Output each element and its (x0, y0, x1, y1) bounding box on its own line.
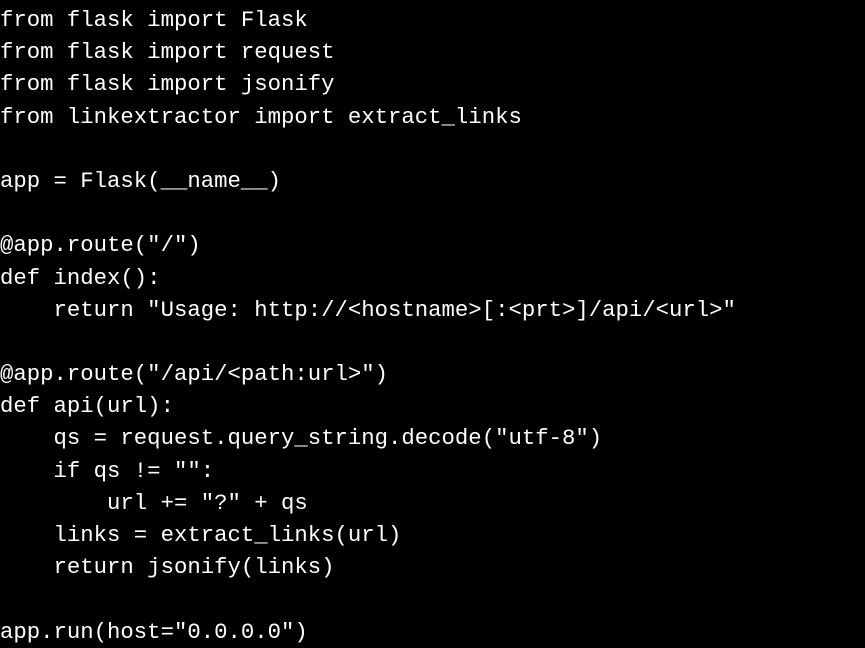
code-line-17: links = extract_links(url) (0, 522, 402, 548)
code-line-18: return jsonify(links) (0, 554, 335, 581)
code-line-14: qs = request.query_string.decode("utf-8"… (0, 425, 603, 452)
code-line-9: def index(): (0, 264, 161, 291)
code-line-10: return "Usage: http://<hostname>[:<prt>]… (0, 296, 736, 323)
code-line-8: @app.route("/") (0, 232, 201, 259)
code-line-4: from linkextractor import extract_links (0, 103, 522, 130)
code-line-1: from flask import Flask (0, 7, 308, 33)
code-editor[interactable]: from flask import Flask from flask impor… (0, 4, 865, 648)
code-line-13: def api(url): (0, 393, 174, 420)
code-line-16: url += "?" + qs (0, 489, 308, 516)
code-line-12: @app.route("/api/<path:url>") (0, 361, 389, 388)
code-line-3: from flask import jsonify (0, 71, 335, 98)
code-line-2: from flask import request (0, 39, 335, 66)
code-line-6: app = Flask(__name__) (0, 167, 281, 194)
code-line-15: if qs != "": (0, 457, 215, 484)
code-line-20: app.run(host="0.0.0.0") (0, 618, 308, 645)
